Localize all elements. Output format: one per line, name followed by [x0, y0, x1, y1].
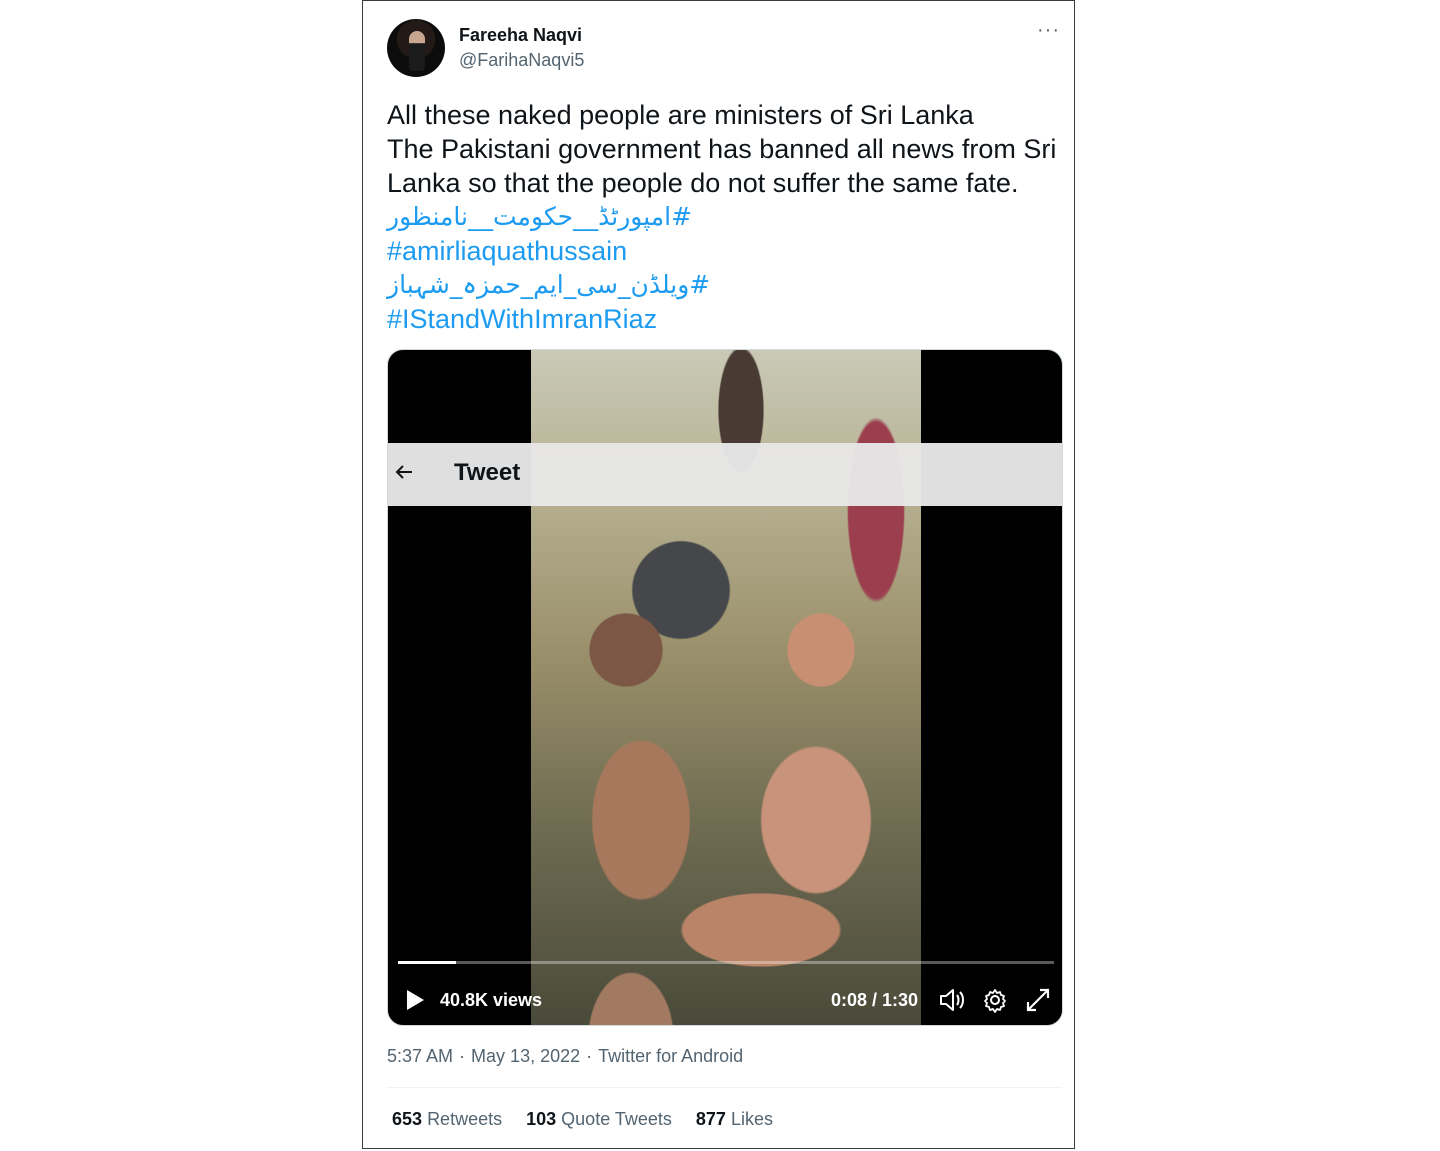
- tweet-time[interactable]: 5:37 AM: [387, 1046, 453, 1066]
- video-overlay-header: Tweet: [388, 443, 1062, 506]
- tweet-meta: 5:37 AM · May 13, 2022 · Twitter for Android: [387, 1046, 743, 1067]
- retweets-stat[interactable]: 653 Retweets: [392, 1109, 502, 1130]
- meta-separator: ·: [459, 1046, 466, 1066]
- retweets-label: Retweets: [427, 1109, 503, 1129]
- back-arrow-icon: [395, 465, 412, 479]
- divider: [387, 1087, 1062, 1088]
- avatar[interactable]: [387, 19, 445, 77]
- video-progress-fill: [398, 961, 456, 964]
- quote-tweets-stat[interactable]: 103 Quote Tweets: [526, 1109, 672, 1130]
- tweet-line: The Pakistani government has banned all …: [387, 134, 1057, 198]
- video-time: 0:08 / 1:30: [831, 990, 919, 1010]
- play-icon[interactable]: [404, 986, 426, 1014]
- tweet-text: All these naked people are ministers of …: [387, 98, 1067, 336]
- author-handle[interactable]: @FarihaNaqvi5: [459, 50, 584, 71]
- likes-stat[interactable]: 877 Likes: [696, 1109, 773, 1130]
- view-count: 40.8K views: [440, 990, 543, 1010]
- hashtag-link[interactable]: #IStandWithImranRiaz: [387, 302, 1067, 336]
- quotes-label: Quote Tweets: [561, 1109, 672, 1129]
- tweet-date[interactable]: May 13, 2022: [471, 1046, 580, 1066]
- quotes-count: 103: [526, 1109, 557, 1129]
- author-name[interactable]: Fareeha Naqvi: [459, 25, 582, 46]
- more-icon[interactable]: ···: [1037, 19, 1060, 42]
- likes-label: Likes: [730, 1109, 773, 1129]
- hashtag-link[interactable]: #amirliaquathussain: [387, 234, 1067, 268]
- hashtag-link[interactable]: #امپورٹڈ__حکومت__نامنظور: [387, 200, 1067, 234]
- tweet-stats: 653 Retweets 103 Quote Tweets 877 Likes: [392, 1109, 773, 1130]
- tweet-card: Fareeha Naqvi @FarihaNaqvi5 ··· All thes…: [362, 0, 1075, 1149]
- fullscreen-icon[interactable]: [1024, 986, 1052, 1014]
- video-player[interactable]: Tweet 40.8K views 0:08 / 1:30: [387, 349, 1063, 1026]
- likes-count: 877: [695, 1109, 726, 1129]
- tweet-line: All these naked people are ministers of …: [387, 100, 974, 130]
- tweet-source[interactable]: Twitter for Android: [598, 1046, 743, 1066]
- hashtag-link[interactable]: #ویلڈن_سی_ایم_حمزہ_شہباز: [387, 268, 1067, 302]
- video-progress-bar[interactable]: [398, 961, 1054, 964]
- retweets-count: 653: [392, 1109, 423, 1129]
- gear-icon[interactable]: [982, 986, 1008, 1014]
- overlay-title: Tweet: [454, 459, 521, 486]
- volume-icon[interactable]: [938, 986, 966, 1014]
- meta-separator: ·: [586, 1046, 593, 1066]
